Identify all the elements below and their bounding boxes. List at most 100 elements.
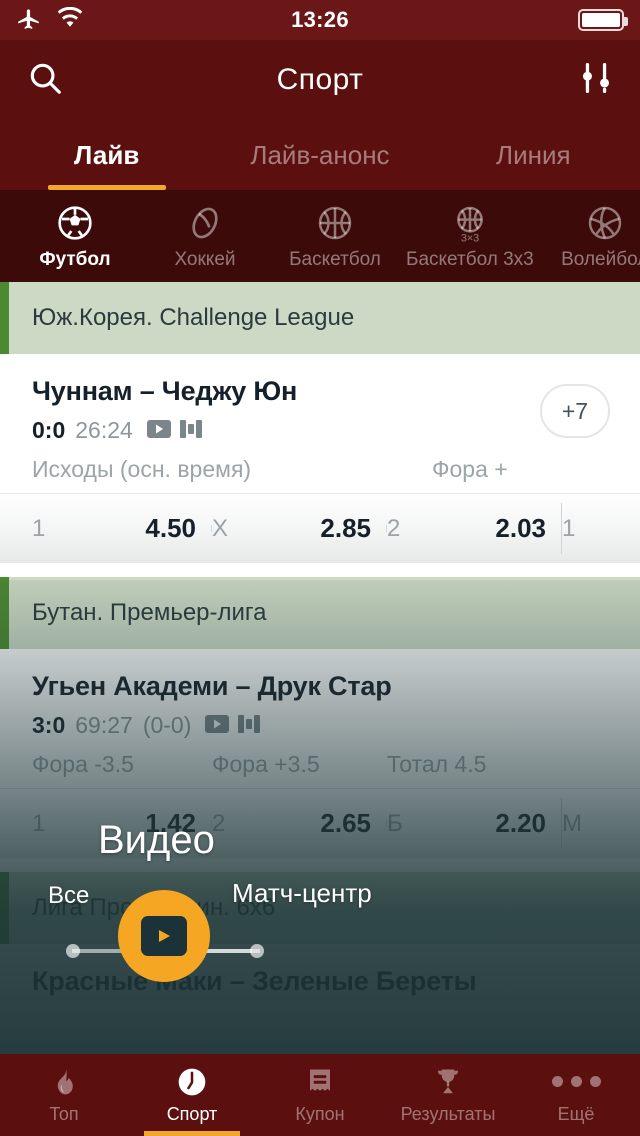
bottom-nav-label: Результаты <box>400 1103 496 1124</box>
bottom-navigation: Топ Спорт Купон Результаты Ещё <box>0 1054 640 1136</box>
filter-sliders-icon[interactable] <box>578 60 614 101</box>
match-media-icons <box>146 417 202 444</box>
bottom-nav-more[interactable]: Ещё <box>512 1054 640 1136</box>
live-line-tabs: Лайв Лайв-анонс Линия <box>0 120 640 190</box>
market-labels: Исходы (осн. время) Фора + <box>32 456 608 483</box>
league-name: Бутан. Премьер-лига <box>32 599 267 626</box>
ellipsis-icon <box>551 1066 601 1098</box>
sport-category-strip[interactable]: Футбол Хоккей Баскетбол 3×3 Баскетбол 3х… <box>0 190 640 282</box>
odd-key: 1 <box>32 809 46 837</box>
bottom-nav-label: Топ <box>49 1103 79 1124</box>
match-row[interactable]: Угьен Академи – Друк Стар 3:0 69:27 (0-0… <box>0 649 640 858</box>
sport-label: Хоккей <box>174 248 236 270</box>
league-name: Лига Про. 30 мин. 6х6 <box>32 894 276 921</box>
odd-button[interactable]: 1 <box>562 515 640 543</box>
odd-button[interactable]: X 2.85 <box>212 513 387 544</box>
tab-line[interactable]: Линия <box>427 120 640 190</box>
tab-live-label: Лайв <box>74 139 140 170</box>
statistics-icon[interactable] <box>238 712 261 739</box>
odd-key: 1 <box>562 514 576 542</box>
odd-value: 2.65 <box>320 808 371 838</box>
match-teams: Чуннам – Чеджу Юн <box>32 376 298 406</box>
basketball-icon <box>315 202 355 244</box>
bottom-nav-results[interactable]: Результаты <box>384 1054 512 1136</box>
status-bar: 13:26 <box>0 0 640 40</box>
match-time: 69:27 <box>75 712 133 738</box>
volleyball-icon <box>585 202 625 244</box>
odd-button[interactable]: Б 2.20 <box>387 798 562 849</box>
battery-icon <box>578 9 628 31</box>
odd-value: 2.85 <box>320 513 371 543</box>
market-label: Тотал 4.5 <box>387 751 487 777</box>
status-bar-clock: 13:26 <box>291 7 349 32</box>
odds-row: 1 1.42 2 2.65 Б 2.20 М <box>0 788 640 858</box>
tab-live-announce-label: Лайв-анонс <box>250 139 390 170</box>
navigation-bar: Спорт <box>0 40 640 120</box>
sport-item-basketball[interactable]: Баскетбол <box>270 202 400 271</box>
match-teams: Угьен Академи – Друк Стар <box>32 671 392 701</box>
odd-button[interactable]: М <box>562 810 640 838</box>
odd-value: 2.20 <box>495 808 546 838</box>
odd-key: 1 <box>32 514 46 542</box>
match-media-icons <box>205 712 261 739</box>
sport-item-volleyball[interactable]: Волейбол <box>540 202 640 271</box>
tab-live[interactable]: Лайв <box>0 120 213 190</box>
statistics-icon[interactable] <box>179 417 202 444</box>
odd-key: Б <box>387 809 403 837</box>
match-status: 0:0 26:24 <box>32 417 608 444</box>
match-row[interactable]: Красные Маки – Зеленые Береты <box>0 944 640 997</box>
soccer-ball-icon <box>55 202 95 244</box>
odd-key: 2 <box>212 809 226 837</box>
tab-line-label: Линия <box>496 139 571 170</box>
market-label: Фора + <box>432 456 508 482</box>
video-icon[interactable] <box>146 417 171 444</box>
receipt-icon <box>305 1066 335 1098</box>
match-row[interactable]: Чуннам – Чеджу Юн 0:0 26:24 +7 Исходы (о… <box>0 354 640 563</box>
sport-item-basketball-3x3[interactable]: 3×3 Баскетбол 3х3 <box>400 202 540 271</box>
match-score: 0:0 <box>32 417 66 443</box>
match-score: 3:0 <box>32 712 66 738</box>
bottom-nav-label: Ещё <box>557 1103 595 1124</box>
odd-button[interactable]: 1 4.50 <box>32 513 212 544</box>
flame-icon <box>49 1066 79 1098</box>
market-labels: Фора -3.5 Фора +3.5 Тотал 4.5 <box>32 751 608 778</box>
bottom-nav-top[interactable]: Топ <box>0 1054 128 1136</box>
league-header[interactable]: Бутан. Премьер-лига <box>0 577 640 649</box>
bottom-nav-coupon[interactable]: Купон <box>256 1054 384 1136</box>
market-label: Исходы (осн. время) <box>32 456 252 482</box>
match-status: 3:0 69:27 (0-0) <box>32 712 608 739</box>
svg-text:3×3: 3×3 <box>461 232 479 243</box>
odd-value: 4.50 <box>145 513 196 543</box>
match-teams: Красные Маки – Зеленые Береты <box>32 966 477 996</box>
tab-live-announce[interactable]: Лайв-анонс <box>213 120 426 190</box>
sport-item-hockey[interactable]: Хоккей <box>140 202 270 271</box>
list-separator <box>0 858 640 872</box>
odd-key: X <box>212 514 229 542</box>
extra-markets-badge[interactable]: +7 <box>540 384 610 438</box>
bottom-nav-sport[interactable]: Спорт <box>128 1054 256 1136</box>
odd-button[interactable]: 1 1.42 <box>32 808 212 839</box>
league-header[interactable]: Юж.Корея. Challenge League <box>0 282 640 354</box>
video-icon[interactable] <box>205 712 230 739</box>
sport-label: Волейбол <box>561 248 640 270</box>
basketball-3x3-icon: 3×3 <box>450 202 490 244</box>
status-bar-right <box>578 9 628 31</box>
list-separator <box>0 563 640 577</box>
league-name: Юж.Корея. Challenge League <box>32 304 355 331</box>
match-time: 26:24 <box>75 417 133 443</box>
market-label: Фора -3.5 <box>32 751 134 777</box>
sport-label: Баскетбол <box>289 248 381 270</box>
odd-button[interactable]: 2 2.03 <box>387 503 562 554</box>
bottom-nav-label: Купон <box>295 1103 345 1124</box>
sport-item-football[interactable]: Футбол <box>10 202 140 271</box>
league-header[interactable]: Лига Про. 30 мин. 6х6 <box>0 872 640 944</box>
odd-key: 2 <box>387 514 401 542</box>
sport-label: Баскетбол 3х3 <box>406 248 534 270</box>
odd-value: 2.03 <box>495 513 546 543</box>
event-list: Юж.Корея. Challenge League Чуннам – Чедж… <box>0 282 640 997</box>
search-icon[interactable] <box>26 59 64 102</box>
match-period-score: (0-0) <box>142 712 192 738</box>
odd-button[interactable]: 2 2.65 <box>212 808 387 839</box>
trophy-icon <box>433 1066 463 1098</box>
odds-row: 1 4.50 X 2.85 2 2.03 1 <box>0 493 640 563</box>
